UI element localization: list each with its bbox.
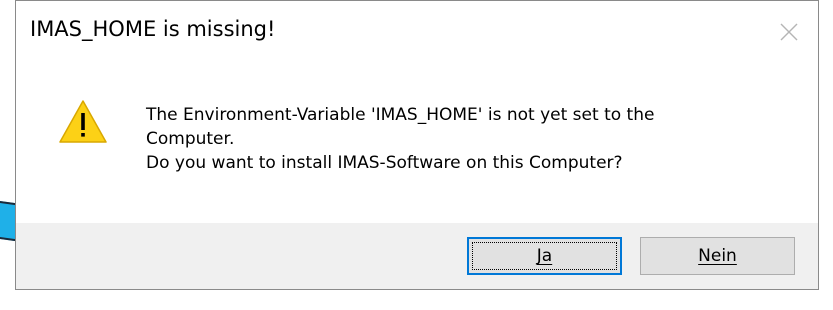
background-strip (0, 290, 833, 310)
close-button[interactable] (760, 1, 818, 63)
message-line: Do you want to install IMAS-Software on … (146, 153, 623, 173)
warning-icon (59, 100, 107, 143)
message-line: Computer. (146, 129, 235, 149)
yes-button-label: Ja (536, 246, 553, 266)
message-dialog: IMAS_HOME is missing! The Environment-Va… (15, 0, 819, 290)
title-bar[interactable]: IMAS_HOME is missing! (16, 1, 818, 67)
dialog-message: The Environment-Variable 'IMAS_HOME' is … (146, 103, 796, 175)
dialog-title: IMAS_HOME is missing! (30, 17, 276, 41)
dialog-content: The Environment-Variable 'IMAS_HOME' is … (16, 67, 818, 225)
close-icon (780, 23, 798, 41)
yes-button[interactable]: Ja (467, 237, 622, 275)
message-line: The Environment-Variable 'IMAS_HOME' is … (146, 105, 655, 125)
button-bar: Ja Nein (16, 223, 818, 289)
no-button-label: Nein (698, 246, 737, 266)
no-button[interactable]: Nein (640, 237, 795, 275)
